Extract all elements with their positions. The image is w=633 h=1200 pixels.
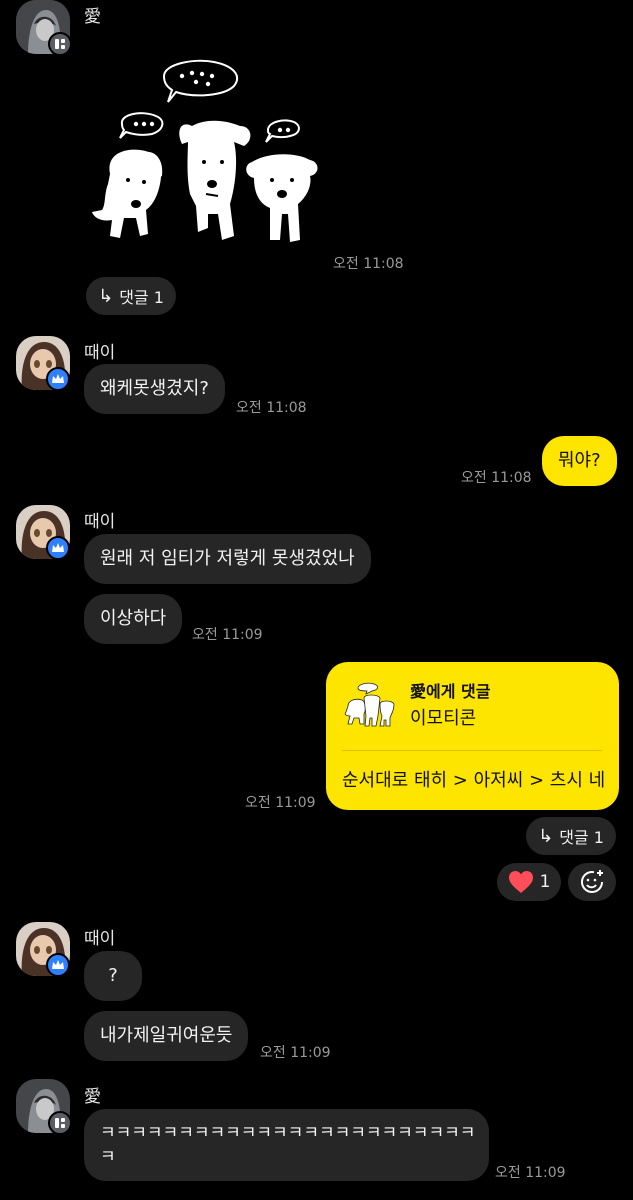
crown-badge-icon <box>46 953 70 977</box>
reply-count-button[interactable]: ↳ 댓글 1 <box>86 277 176 315</box>
message-bubble[interactable]: 왜케못생겼지? <box>84 364 225 414</box>
sender-name: 때이 <box>84 929 116 949</box>
add-emoji-icon <box>581 870 603 893</box>
message-bubble[interactable]: 이상하다 <box>84 594 183 644</box>
message-bubble[interactable]: ? <box>84 951 142 1001</box>
message-bubble[interactable]: ㅋㅋㅋㅋㅋㅋㅋㅋㅋㅋㅋㅋㅋㅋㅋㅋㅋㅋㅋㅋㅋㅋㅋㅋㅋ ㅋ <box>84 1109 489 1181</box>
crown-badge-icon <box>46 367 70 391</box>
reply-message-card[interactable]: 愛에게 댓글 이모티콘 순서대로 태히 > 아저씨 > 츠시 네 <box>326 662 619 810</box>
message-bubble[interactable]: 내가제일귀여운듯 <box>84 1011 249 1061</box>
reply-count-label: 댓글 1 <box>559 828 604 847</box>
add-reaction-button[interactable] <box>568 863 616 901</box>
timestamp: 오전 11:08 <box>236 400 307 416</box>
sender-name: 때이 <box>84 343 116 363</box>
timestamp: 오전 11:09 <box>245 795 316 811</box>
message-line: ㅋ <box>100 1147 116 1167</box>
sender-name: 愛 <box>84 1087 101 1107</box>
reply-count-label: 댓글 1 <box>119 288 164 307</box>
reply-arrow-icon: ↳ <box>538 825 554 847</box>
crown-badge-icon <box>46 536 70 560</box>
timestamp: 오전 11:08 <box>333 256 404 272</box>
quote-subtitle: 이모티콘 <box>410 708 477 729</box>
emoticon-sticker[interactable] <box>84 54 329 249</box>
divider <box>342 750 602 751</box>
timestamp: 오전 11:09 <box>495 1165 566 1181</box>
message-line: ㅋㅋㅋㅋㅋㅋㅋㅋㅋㅋㅋㅋㅋㅋㅋㅋㅋㅋㅋㅋㅋㅋㅋㅋㅋ <box>100 1123 473 1143</box>
heart-icon <box>508 871 533 893</box>
quote-title: 愛에게 댓글 <box>410 682 491 701</box>
timestamp: 오전 11:09 <box>192 627 263 643</box>
message-bubble[interactable]: 원래 저 임티가 저렇게 못생겼었나 <box>84 534 371 584</box>
reply-count-button[interactable]: ↳ 댓글 1 <box>526 817 616 855</box>
reply-arrow-icon: ↳ <box>98 285 114 307</box>
reaction-count: 1 <box>539 872 551 892</box>
my-message-bubble[interactable]: 뭐야? <box>542 436 617 486</box>
timestamp: 오전 11:09 <box>260 1045 331 1061</box>
sender-name: 때이 <box>84 512 116 532</box>
timestamp: 오전 11:08 <box>461 470 532 486</box>
group-badge-icon <box>48 1111 72 1135</box>
sender-name: 愛 <box>84 7 101 27</box>
quoted-emoticon-thumbnail <box>342 680 396 730</box>
message-text: 순서대로 태히 > 아저씨 > 츠시 네 <box>342 770 606 791</box>
group-badge-icon <box>48 32 72 56</box>
heart-reaction-button[interactable]: 1 <box>497 863 561 901</box>
